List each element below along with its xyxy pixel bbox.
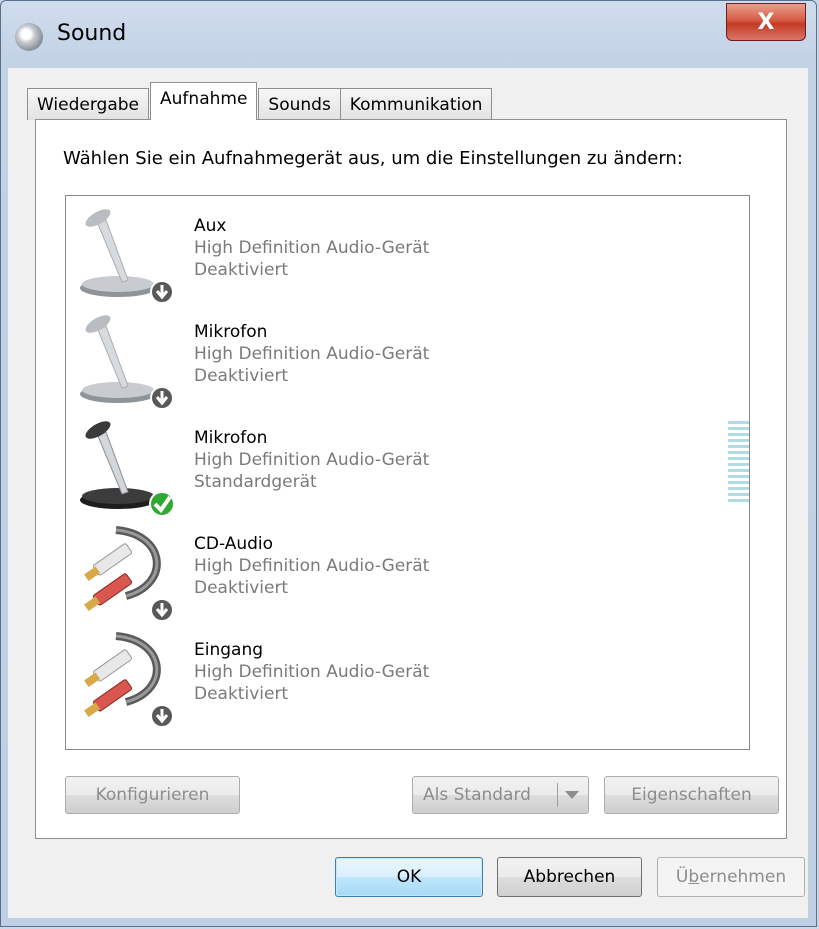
cancel-button[interactable]: Abbrechen — [497, 857, 642, 897]
properties-button[interactable]: Eigenschaften — [604, 776, 779, 814]
level-meter-segment — [728, 481, 749, 484]
instruction-text: Wählen Sie ein Aufnahmegerät aus, um die… — [63, 148, 683, 169]
device-status: Deaktiviert — [194, 578, 289, 598]
device-text: Aux High Definition Audio-Gerät Deaktivi… — [194, 215, 429, 281]
level-meter-segment — [728, 469, 749, 472]
device-description: High Definition Audio-Gerät — [194, 238, 430, 258]
device-item-cd-audio[interactable]: CD-Audio High Definition Audio-Gerät Dea… — [66, 518, 749, 624]
level-meter-segment — [728, 433, 749, 436]
device-description: High Definition Audio-Gerät — [194, 344, 430, 364]
recording-device-list[interactable]: Aux High Definition Audio-Gerät Deaktivi… — [65, 195, 750, 750]
apply-label-rest: ernehmen — [699, 867, 787, 887]
split-divider — [557, 783, 558, 807]
set-default-label: Als Standard — [423, 785, 531, 805]
tab-sounds[interactable]: Sounds — [258, 88, 341, 120]
tab-strip: Wiedergabe Aufnahme Sounds Kommunikation — [27, 82, 493, 120]
apply-label-accelerator: b — [688, 867, 700, 887]
device-item-mikrofon-1[interactable]: Mikrofon High Definition Audio-Gerät Dea… — [66, 306, 749, 412]
device-status: Deaktiviert — [194, 684, 289, 704]
level-meter-segment — [728, 451, 749, 454]
ok-button[interactable]: OK — [335, 857, 483, 897]
device-name: Aux — [194, 216, 227, 236]
dropdown-arrow-icon[interactable] — [565, 791, 579, 799]
close-button[interactable]: X — [726, 3, 806, 41]
rca-cable-icon — [84, 526, 174, 622]
device-name: Mikrofon — [194, 428, 268, 448]
device-text: Mikrofon High Definition Audio-Gerät Sta… — [194, 427, 429, 493]
device-description: High Definition Audio-Gerät — [194, 662, 430, 682]
level-meter-segment — [728, 499, 749, 502]
window-title: Sound — [57, 21, 127, 46]
microphone-icon — [80, 209, 174, 304]
level-meter-segment — [728, 457, 749, 460]
microphone-icon — [80, 315, 174, 410]
device-name: CD-Audio — [194, 534, 274, 554]
microphone-icon — [80, 421, 175, 517]
apply-button[interactable]: Üb ernehmen — [657, 857, 805, 897]
configure-button[interactable]: Konfigurieren — [65, 776, 240, 814]
device-item-aux[interactable]: Aux High Definition Audio-Gerät Deaktivi… — [66, 200, 749, 306]
level-meter-segment — [728, 427, 749, 430]
device-status: Deaktiviert — [194, 366, 289, 386]
level-meter-segment — [728, 487, 749, 490]
apply-label-prefix: Ü — [675, 867, 689, 887]
device-item-eingang[interactable]: Eingang High Definition Audio-Gerät Deak… — [66, 624, 749, 730]
recording-tab-panel: Wählen Sie ein Aufnahmegerät aus, um die… — [35, 119, 787, 839]
input-level-meter — [728, 421, 749, 505]
level-meter-segment — [728, 463, 749, 466]
tab-aufnahme[interactable]: Aufnahme — [150, 82, 258, 120]
device-text: Eingang High Definition Audio-Gerät Deak… — [194, 639, 429, 705]
level-meter-segment — [728, 421, 749, 424]
speaker-icon — [15, 23, 43, 51]
level-meter-segment — [728, 439, 749, 442]
device-text: CD-Audio High Definition Audio-Gerät Dea… — [194, 533, 429, 599]
rca-cable-icon — [84, 632, 174, 728]
device-item-mikrofon-default[interactable]: Mikrofon High Definition Audio-Gerät Sta… — [66, 412, 749, 518]
device-name: Mikrofon — [194, 322, 268, 342]
device-name: Eingang — [194, 640, 264, 660]
device-description: High Definition Audio-Gerät — [194, 450, 430, 470]
level-meter-segment — [728, 493, 749, 496]
tab-kommunikation[interactable]: Kommunikation — [339, 88, 493, 120]
device-description: High Definition Audio-Gerät — [194, 556, 430, 576]
device-text: Mikrofon High Definition Audio-Gerät Dea… — [194, 321, 429, 387]
level-meter-segment — [728, 445, 749, 448]
tab-wiedergabe[interactable]: Wiedergabe — [27, 88, 150, 120]
device-status: Standardgerät — [194, 472, 317, 492]
device-status: Deaktiviert — [194, 260, 289, 280]
set-default-split-button[interactable]: Als Standard — [412, 776, 589, 814]
level-meter-segment — [728, 475, 749, 478]
